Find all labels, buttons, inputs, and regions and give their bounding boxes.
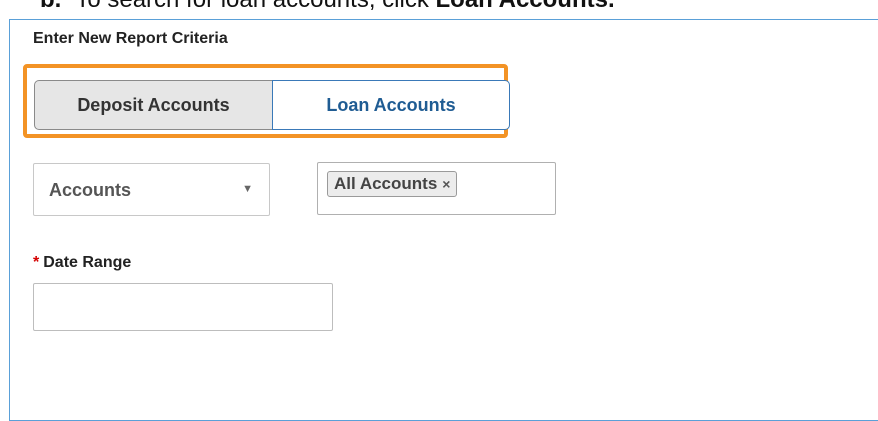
deposit-accounts-label: Deposit Accounts bbox=[77, 94, 230, 115]
date-range-label-text: Date Range bbox=[43, 254, 132, 271]
instruction-body: To search for loan accounts, click bbox=[75, 0, 429, 13]
required-marker: * bbox=[33, 254, 40, 271]
date-range-input[interactable] bbox=[33, 283, 333, 331]
accounts-select-value: Accounts bbox=[49, 180, 132, 200]
accounts-select[interactable]: Accounts ▼ bbox=[33, 163, 270, 216]
deposit-accounts-button[interactable]: Deposit Accounts bbox=[34, 80, 273, 130]
loan-accounts-button[interactable]: Loan Accounts bbox=[272, 80, 510, 130]
instruction-text: b. To search for loan accounts, click Loa… bbox=[40, 0, 615, 14]
all-accounts-tag: All Accounts × bbox=[327, 171, 458, 197]
loan-accounts-label: Loan Accounts bbox=[326, 94, 456, 115]
instruction-target: Loan Accounts. bbox=[436, 0, 615, 13]
close-icon[interactable]: × bbox=[442, 176, 450, 192]
date-range-label: * Date Range bbox=[33, 254, 131, 272]
panel-title: Enter New Report Criteria bbox=[33, 30, 228, 47]
chevron-down-icon: ▼ bbox=[242, 183, 253, 195]
accounts-tag-input[interactable]: All Accounts × bbox=[317, 162, 556, 215]
tag-label: All Accounts bbox=[334, 174, 438, 193]
instruction-step: b. bbox=[40, 0, 61, 13]
